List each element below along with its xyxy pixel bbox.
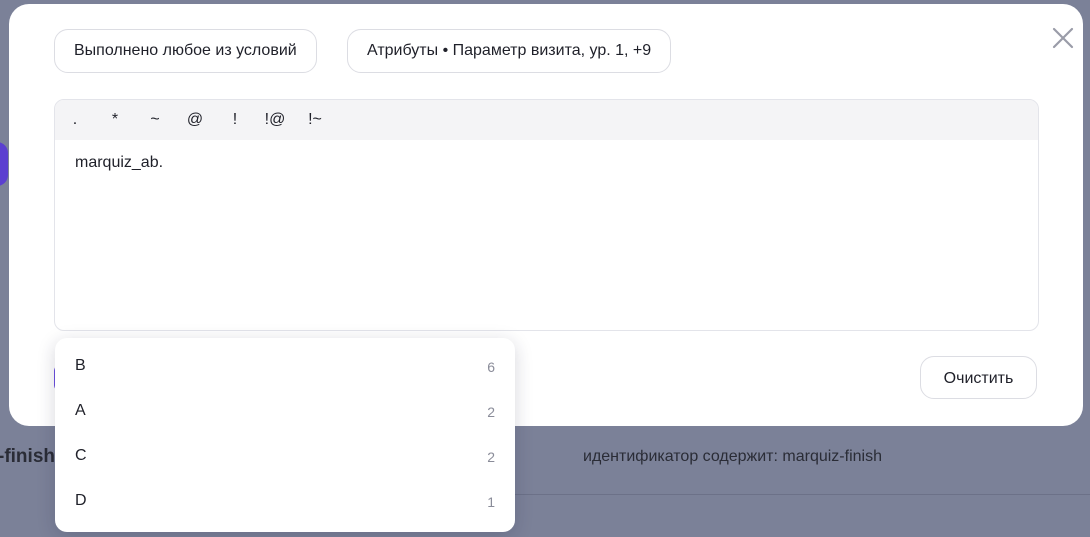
background-row-condition: идентификатор содержит: marquiz-finish — [583, 448, 882, 465]
suggestion-count: 1 — [487, 494, 495, 510]
suggestion-label: C — [75, 447, 87, 464]
expression-editor[interactable]: . * ~ @ ! !@ !~ marquiz_ab. — [54, 99, 1039, 331]
attributes-chip[interactable]: Атрибуты • Параметр визита, ур. 1, +9 — [347, 29, 672, 73]
suggestion-label: D — [75, 492, 87, 509]
suggestion-item[interactable]: A 2 — [55, 389, 515, 434]
suggestion-item[interactable]: C 2 — [55, 434, 515, 479]
close-button[interactable] — [1049, 24, 1077, 52]
condition-mode-chip[interactable]: Выполнено любое из условий — [54, 29, 317, 73]
background-accent-shape — [0, 142, 8, 186]
suggestion-item[interactable]: D 1 — [55, 479, 515, 524]
suggestion-label: A — [75, 402, 86, 419]
operator-toolbar: . * ~ @ ! !@ !~ — [55, 100, 1038, 140]
background-row-name: -finish — [0, 446, 55, 467]
suggestion-count: 6 — [487, 359, 495, 375]
operator-button-not[interactable]: ! — [215, 100, 255, 140]
suggestions-dropdown: B 6 A 2 C 2 D 1 — [55, 338, 515, 532]
background-divider — [505, 494, 1090, 495]
editor-value[interactable]: marquiz_ab. — [75, 154, 163, 172]
operator-button-at[interactable]: @ — [175, 100, 215, 140]
suggestion-count: 2 — [487, 404, 495, 420]
clear-button[interactable]: Очистить — [920, 356, 1037, 399]
suggestion-item[interactable]: B 6 — [55, 344, 515, 389]
operator-button-not-tilde[interactable]: !~ — [295, 100, 335, 140]
close-icon — [1052, 27, 1074, 49]
operator-button-dot[interactable]: . — [55, 100, 95, 140]
operator-button-tilde[interactable]: ~ — [135, 100, 175, 140]
suggestion-count: 2 — [487, 449, 495, 465]
operator-button-star[interactable]: * — [95, 100, 135, 140]
suggestion-label: B — [75, 357, 86, 374]
operator-button-not-at[interactable]: !@ — [255, 100, 295, 140]
